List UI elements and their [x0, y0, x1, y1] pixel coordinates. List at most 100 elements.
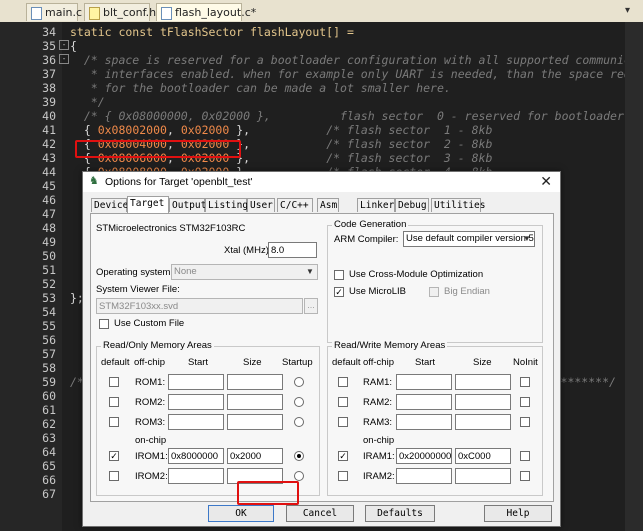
iram2-start-input[interactable]	[396, 468, 452, 484]
editor-scrollbar[interactable]	[625, 22, 643, 531]
rom2-start-input[interactable]	[168, 394, 224, 410]
tab-blt-conf-h[interactable]: blt_conf.h	[84, 3, 156, 21]
ram3-start-input[interactable]	[396, 414, 452, 430]
code-token: {	[70, 39, 77, 53]
arm-compiler-select[interactable]: Use default compiler version 5 ▼	[403, 231, 535, 247]
irom1-size-input[interactable]: 0x2000	[227, 448, 283, 464]
code-token: * interfaces enabled. when for example o…	[70, 67, 643, 81]
line-number: 50	[42, 249, 56, 263]
ram2-default-checkbox[interactable]	[338, 397, 348, 407]
code-line[interactable]: 39 */	[0, 95, 643, 109]
chevron-down-icon: ▼	[523, 234, 531, 243]
cross-module-checkbox[interactable]	[334, 270, 344, 280]
iram2-noinit-checkbox[interactable]	[520, 471, 530, 481]
tab-debug[interactable]: Debug	[395, 198, 429, 212]
ok-button[interactable]: OK	[208, 505, 274, 522]
code-token: {	[70, 123, 98, 137]
rom3-default-checkbox[interactable]	[109, 417, 119, 427]
microlib-checkbox[interactable]: ✓	[334, 287, 344, 297]
line-number: 58	[42, 361, 56, 375]
rom1-default-checkbox[interactable]	[109, 377, 119, 387]
code-line[interactable]: 38 * for the bootloader can be made a lo…	[0, 81, 643, 95]
highlight-box-flash-sector-1	[75, 140, 241, 158]
close-icon[interactable]: ✕	[540, 173, 552, 190]
irom2-startup-radio[interactable]	[294, 471, 304, 481]
ram1-default-checkbox[interactable]	[338, 377, 348, 387]
rom2-size-input[interactable]	[227, 394, 283, 410]
svd-browse-button[interactable]: …	[304, 298, 318, 314]
ram2-noinit-checkbox[interactable]	[520, 397, 530, 407]
line-number: 49	[42, 235, 56, 249]
big-endian-checkbox[interactable]	[429, 287, 439, 297]
irom1-start-input[interactable]: 0x8000000	[168, 448, 224, 464]
tab-main-c[interactable]: main.c	[26, 3, 82, 21]
use-custom-file-checkbox[interactable]	[99, 319, 109, 329]
ram1-label: RAM1:	[363, 377, 393, 388]
iram2-default-checkbox[interactable]	[338, 471, 348, 481]
rom3-size-input[interactable]	[227, 414, 283, 430]
code-line[interactable]: 34 static const tFlashSector flashLayout[…	[0, 25, 643, 39]
col-size: Size	[243, 357, 262, 368]
line-number: 53	[42, 291, 56, 305]
tab-user[interactable]: User	[247, 198, 275, 212]
tab-asm[interactable]: Asm	[317, 198, 339, 212]
ram3-noinit-checkbox[interactable]	[520, 417, 530, 427]
tab-linker[interactable]: Linker	[357, 198, 395, 212]
iram1-size-input[interactable]: 0xC000	[455, 448, 511, 464]
ram2-start-input[interactable]	[396, 394, 452, 410]
rom3-start-input[interactable]	[168, 414, 224, 430]
iram2-size-input[interactable]	[455, 468, 511, 484]
irom1-startup-radio[interactable]	[294, 451, 304, 461]
os-select[interactable]: None ▼	[171, 264, 318, 280]
line-number: 36	[42, 53, 56, 67]
rom1-label: ROM1:	[135, 377, 166, 388]
help-button[interactable]: Help	[484, 505, 552, 522]
tab-target[interactable]: Target	[127, 196, 169, 213]
irom2-start-input[interactable]	[168, 468, 224, 484]
code-line[interactable]: 37 * interfaces enabled. when for exampl…	[0, 67, 643, 81]
irom1-default-checkbox[interactable]: ✓	[109, 451, 119, 461]
irom2-default-checkbox[interactable]	[109, 471, 119, 481]
keil-app-icon: ♞	[89, 175, 99, 187]
target-tab-panel: STMicroelectronics STM32F103RC Xtal (MHz…	[90, 213, 554, 505]
tab-output[interactable]: Output	[169, 198, 206, 212]
chevron-down-icon: ▼	[306, 267, 314, 276]
tab-flash-layout-c[interactable]: flash_layout.c*	[156, 3, 256, 21]
tab-listing[interactable]: Listing	[205, 198, 248, 212]
tab-device[interactable]: Device	[91, 198, 128, 212]
defaults-button[interactable]: Defaults	[365, 505, 435, 522]
rom1-size-input[interactable]	[227, 374, 283, 390]
ram1-noinit-checkbox[interactable]	[520, 377, 530, 387]
rom1-startup-radio[interactable]	[294, 377, 304, 387]
rom1-start-input[interactable]	[168, 374, 224, 390]
ram1-start-input[interactable]	[396, 374, 452, 390]
ram3-size-input[interactable]	[455, 414, 511, 430]
line-number: 63	[42, 431, 56, 445]
tab-c-cpp[interactable]: C/C++	[277, 198, 313, 212]
code-line[interactable]: 40 /* { 0x08000000, 0x02000 }, flash sec…	[0, 109, 643, 123]
line-number: 34	[42, 25, 56, 39]
code-line[interactable]: 35-{	[0, 39, 643, 53]
cancel-button[interactable]: Cancel	[286, 505, 354, 522]
fold-toggle-icon[interactable]: -	[59, 54, 69, 64]
tab-scroll-icon[interactable]: ▾	[625, 5, 639, 17]
iram1-start-input[interactable]: 0x20000000	[396, 448, 452, 464]
code-line[interactable]: 41 { 0x08002000, 0x02000 }, /* flash sec…	[0, 123, 643, 137]
ram3-default-checkbox[interactable]	[338, 417, 348, 427]
ram1-size-input[interactable]	[455, 374, 511, 390]
xtal-input[interactable]: 8.0	[268, 242, 317, 258]
fold-toggle-icon[interactable]: -	[59, 40, 69, 50]
iram1-noinit-checkbox[interactable]	[520, 451, 530, 461]
col-start: Start	[415, 357, 436, 368]
iram1-default-checkbox[interactable]: ✓	[338, 451, 348, 461]
svd-input[interactable]: STM32F103xx.svd	[96, 298, 303, 314]
h-file-icon	[89, 7, 100, 20]
dialog-titlebar[interactable]: ♞ Options for Target 'openblt_test' ✕	[83, 172, 560, 192]
code-text: /* { 0x08000000, 0x02000 }, flash sector…	[70, 109, 643, 123]
tab-utilities[interactable]: Utilities	[431, 198, 485, 212]
rom3-startup-radio[interactable]	[294, 417, 304, 427]
ram2-size-input[interactable]	[455, 394, 511, 410]
rom2-startup-radio[interactable]	[294, 397, 304, 407]
code-line[interactable]: 36- /* space is reserved for a bootloade…	[0, 53, 643, 67]
rom2-default-checkbox[interactable]	[109, 397, 119, 407]
